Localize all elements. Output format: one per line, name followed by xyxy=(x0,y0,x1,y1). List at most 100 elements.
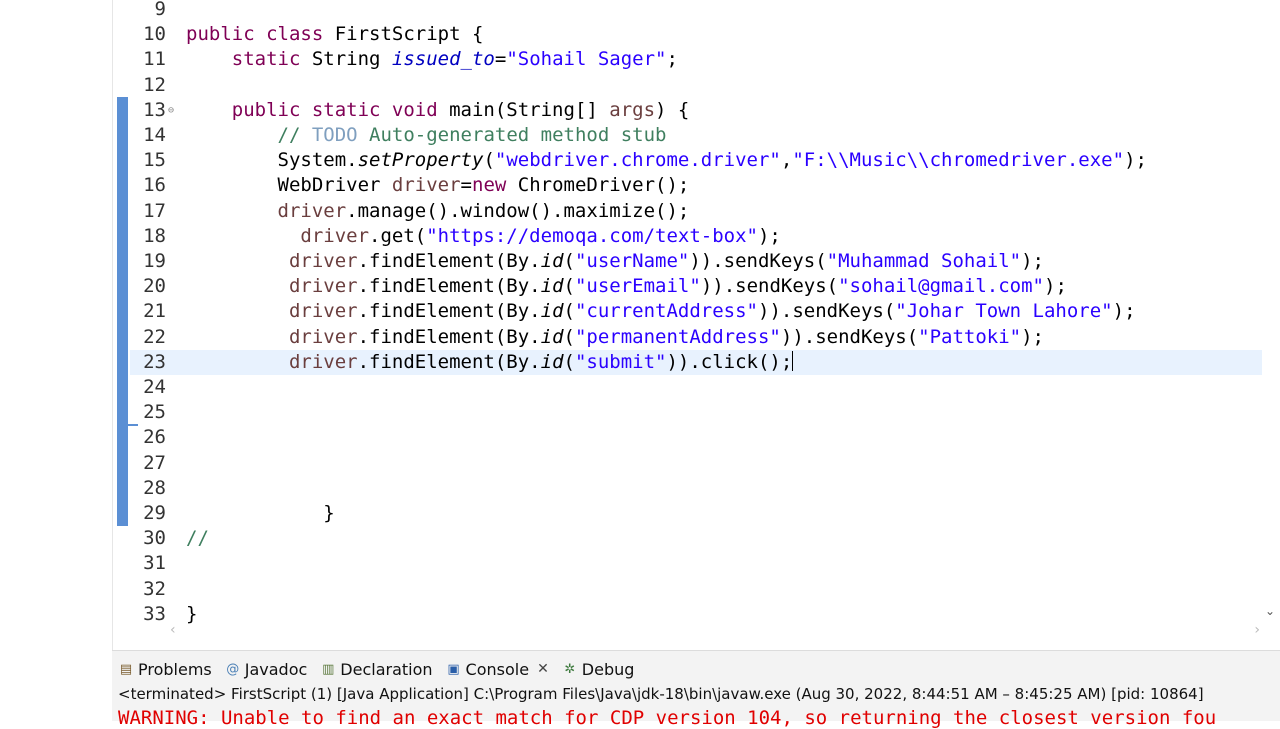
code-token: ( xyxy=(563,300,575,323)
code-token: id xyxy=(540,300,564,323)
code-token: .findElement(By. xyxy=(357,350,541,373)
code-line[interactable]: 19 driver.findElement(By.id("userName"))… xyxy=(130,249,1264,274)
line-number: 15 xyxy=(143,149,166,172)
line-code: driver.findElement(By.id("userEmail")).s… xyxy=(186,274,1067,299)
close-icon[interactable]: ✕ xyxy=(537,661,549,677)
code-token: .manage().window().maximize(); xyxy=(346,199,690,222)
code-token: String xyxy=(300,48,392,71)
code-token: ); xyxy=(1021,325,1044,348)
fold-toggle-icon[interactable]: ⊖ xyxy=(168,98,174,123)
code-line[interactable]: 25 xyxy=(130,400,1264,425)
line-code: driver.findElement(By.id("permanentAddre… xyxy=(186,325,1044,350)
code-token: driver xyxy=(391,174,461,197)
code-line[interactable]: 29 } xyxy=(130,501,1264,526)
line-number: 11 xyxy=(143,48,166,71)
problems-icon: ▤ xyxy=(119,661,133,677)
code-line[interactable]: 14 // TODO Auto-generated method stub xyxy=(130,123,1264,148)
code-line[interactable]: 27 xyxy=(130,451,1264,476)
code-token: "webdriver.chrome.driver" xyxy=(494,149,781,172)
console-icon: ▣ xyxy=(447,661,460,677)
line-number: 22 xyxy=(143,325,166,348)
code-token: Auto-generated method stub xyxy=(357,124,667,146)
tab-debug-label: Debug xyxy=(581,659,635,679)
line-code: driver.findElement(By.id("submit")).clic… xyxy=(186,350,794,375)
scroll-left-icon[interactable]: ‹ xyxy=(170,622,176,638)
code-token: main(String[] xyxy=(437,98,610,121)
line-code: driver.manage().window().maximize(); xyxy=(186,199,690,224)
code-line[interactable]: 32 xyxy=(130,577,1264,602)
vertical-scrollbar[interactable]: ⌄ xyxy=(1262,0,1280,620)
code-token: id xyxy=(540,350,564,373)
line-number: 30 xyxy=(143,527,166,550)
line-number: 33 xyxy=(143,602,166,625)
tab-console-label: Console xyxy=(465,659,530,679)
line-number: 28 xyxy=(143,476,166,499)
code-token: "permanentAddress" xyxy=(574,325,781,348)
code-token: ); xyxy=(1021,250,1044,272)
line-code: driver.findElement(By.id("currentAddress… xyxy=(186,299,1136,324)
code-line[interactable]: 30 // xyxy=(130,526,1264,551)
tab-console[interactable]: ▣ Console ✕ xyxy=(446,659,549,679)
code-line[interactable]: 10 public class FirstScript { xyxy=(130,22,1264,47)
code-line[interactable]: 22 driver.findElement(By.id("permanentAd… xyxy=(130,325,1264,350)
code-line[interactable]: 13 ⊖ public static void main(String[] arg… xyxy=(130,98,1264,123)
code-token: TODO xyxy=(311,124,358,146)
code-line[interactable]: 9 xyxy=(130,0,1264,22)
code-token: "userEmail" xyxy=(574,275,701,298)
code-token: driver xyxy=(186,350,358,373)
line-code: public class FirstScript { xyxy=(186,22,483,47)
code-line[interactable]: 16 WebDriver driver=new ChromeDriver(); xyxy=(130,173,1264,198)
code-editor[interactable]: 9 10 public class FirstScript {11 static S… xyxy=(112,0,1280,650)
code-line[interactable]: 17 driver.manage().window().maximize(); xyxy=(130,199,1264,224)
code-line[interactable]: 26 xyxy=(130,425,1264,450)
line-number: 25 xyxy=(143,401,166,424)
code-line[interactable]: 12 xyxy=(130,73,1264,98)
panel-tabs: ▤ Problems @ Javadoc ▥ Declaration ▣ Con… xyxy=(118,657,647,681)
line-code: public static void main(String[] args) { xyxy=(186,98,690,123)
line-number: 29 xyxy=(143,502,166,524)
console-warning: WARNING: Unable to find an exact match f… xyxy=(118,707,1217,729)
tab-javadoc[interactable]: @ Javadoc xyxy=(225,660,307,679)
code-token: .findElement(By. xyxy=(357,325,541,348)
code-line[interactable]: 11 static String issued_to="Sohail Sager… xyxy=(130,47,1264,72)
code-token: driver xyxy=(186,250,358,272)
code-line[interactable]: 21 driver.findElement(By.id("currentAddr… xyxy=(130,299,1264,324)
code-token: id xyxy=(540,325,564,348)
code-line[interactable]: 20 driver.findElement(By.id("userEmail")… xyxy=(130,274,1264,299)
code-line[interactable]: 24 xyxy=(130,375,1264,400)
horizontal-scrollbar[interactable]: ‹ › xyxy=(170,622,1260,642)
code-line[interactable]: 18 driver.get("https://demoqa.com/text-b… xyxy=(130,224,1264,249)
line-number: 10 xyxy=(143,23,166,46)
window-left-margin xyxy=(0,0,112,650)
tab-debug[interactable]: ✲ Debug xyxy=(562,659,635,679)
code-token: ); xyxy=(1112,300,1136,323)
code-token: ( xyxy=(563,350,575,373)
code-line[interactable]: 31 xyxy=(130,551,1264,576)
scroll-down-icon[interactable]: ⌄ xyxy=(1265,604,1275,618)
code-token: "Sohail Sager" xyxy=(506,48,667,71)
line-code: static String issued_to="Sohail Sager"; xyxy=(186,47,678,72)
code-token: driver xyxy=(186,275,358,298)
line-code: } xyxy=(186,501,334,526)
tab-problems[interactable]: ▤ Problems xyxy=(118,660,212,679)
code-token: "currentAddress" xyxy=(574,300,758,323)
line-number: 17 xyxy=(143,199,166,222)
debug-icon: ✲ xyxy=(564,661,576,677)
code-token: "Pattoki" xyxy=(918,325,1022,348)
code-line[interactable]: 23 driver.findElement(By.id("submit")).c… xyxy=(130,349,1264,375)
code-line[interactable]: 15 System.setProperty("webdriver.chrome.… xyxy=(130,148,1264,173)
code-token: ( xyxy=(563,250,575,272)
scroll-right-icon[interactable]: › xyxy=(1254,622,1260,638)
line-code: // TODO Auto-generated method stub xyxy=(186,123,667,148)
code-line[interactable]: 28 xyxy=(130,476,1264,501)
tab-problems-label: Problems xyxy=(138,659,212,679)
bottom-panel: ▤ Problems @ Javadoc ▥ Declaration ▣ Con… xyxy=(112,650,1280,729)
tab-declaration[interactable]: ▥ Declaration xyxy=(320,660,432,679)
code-token: .get( xyxy=(369,224,427,247)
console-status: <terminated> FirstScript (1) [Java Appli… xyxy=(118,685,1204,703)
code-token: id xyxy=(540,275,564,298)
code-token: "F:\\Music\\chromedriver.exe" xyxy=(792,149,1125,172)
code-token: ( xyxy=(483,149,495,172)
line-number: 13 xyxy=(143,98,166,121)
code-token: = xyxy=(460,174,472,197)
